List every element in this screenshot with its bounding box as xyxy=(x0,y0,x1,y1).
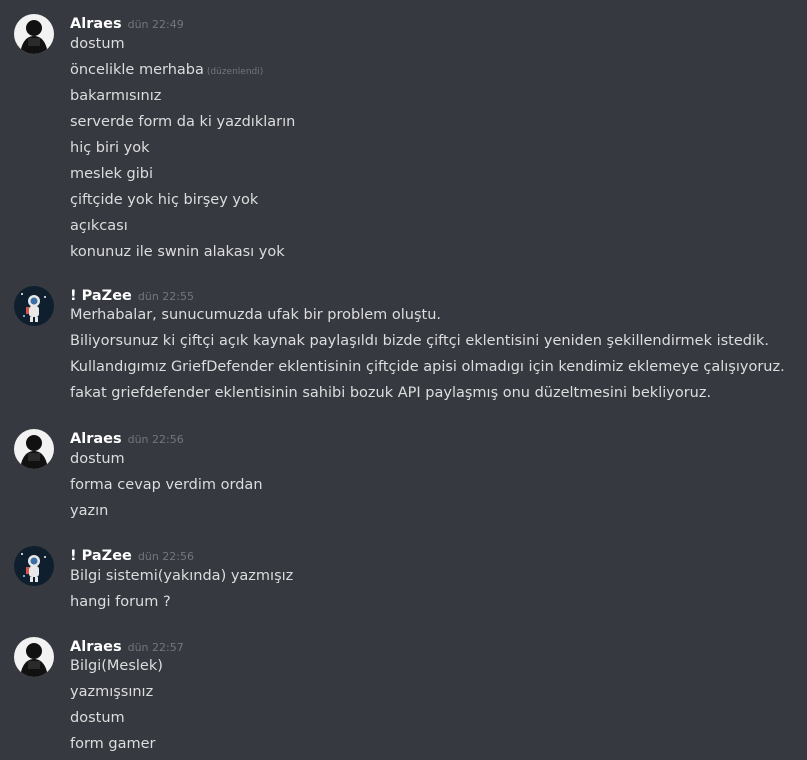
message-line: dostum xyxy=(70,36,125,52)
message-line-edited: öncelikle merhaba (düzenlendi) xyxy=(70,62,263,78)
message-line: serverde form da ki yazdıkların xyxy=(70,114,296,130)
message-line: bakarmısınız xyxy=(70,88,162,104)
message-line: hangi forum ? xyxy=(70,594,171,610)
message-line: meslek gibi xyxy=(70,166,154,182)
message-line: form gamer xyxy=(70,736,156,752)
message-line: Bilgi(Meslek) xyxy=(70,658,163,674)
message-header: Alraes dün 22:57 xyxy=(70,636,184,655)
timestamp: dün 22:56 xyxy=(127,433,184,446)
message-line: Kullandıgımız GriefDefender eklentisinin… xyxy=(70,359,785,375)
astronaut-avatar-icon[interactable] xyxy=(14,546,54,586)
alraes-avatar-icon[interactable] xyxy=(14,14,54,54)
astronaut-avatar-icon[interactable] xyxy=(14,286,54,326)
message-line: Biliyorsunuz ki çiftçi açık kaynak payla… xyxy=(70,333,770,349)
message-line: Bilgi sistemi(yakında) yazmışız xyxy=(70,568,294,584)
alraes-avatar-icon[interactable] xyxy=(14,637,54,677)
message-line: açıkcası xyxy=(70,218,128,234)
timestamp: dün 22:57 xyxy=(127,641,184,654)
message-header: ! PaZee dün 22:55 xyxy=(70,285,194,304)
message-header: ! PaZee dün 22:56 xyxy=(70,545,194,564)
timestamp: dün 22:55 xyxy=(137,290,194,303)
message-header: Alraes dün 22:49 xyxy=(70,13,184,32)
edited-label: (düzenlendi) xyxy=(206,67,264,77)
message-line: dostum xyxy=(70,710,125,726)
message-line: çiftçide yok hiç birşey yok xyxy=(70,192,259,208)
message-line: Merhabalar, sunucumuzda ufak bir problem… xyxy=(70,307,442,323)
message-line: dostum xyxy=(70,451,125,467)
message-line: yazın xyxy=(70,503,109,519)
message-line: hiç biri yok xyxy=(70,140,150,156)
username[interactable]: Alraes xyxy=(70,16,122,32)
message-line: yazmışsınız xyxy=(70,684,154,700)
alraes-avatar-icon[interactable] xyxy=(14,429,54,469)
message-header: Alraes dün 22:56 xyxy=(70,428,184,447)
message-line: fakat griefdefender eklentisinin sahibi … xyxy=(70,385,712,401)
timestamp: dün 22:56 xyxy=(137,550,194,563)
username[interactable]: ! PaZee xyxy=(70,288,132,304)
message-line: konunuz ile swnin alakası yok xyxy=(70,244,285,260)
message-text: öncelikle merhaba xyxy=(70,62,204,78)
username[interactable]: ! PaZee xyxy=(70,548,132,564)
timestamp: dün 22:49 xyxy=(127,18,184,31)
username[interactable]: Alraes xyxy=(70,639,122,655)
message-line: forma cevap verdim ordan xyxy=(70,477,263,493)
username[interactable]: Alraes xyxy=(70,431,122,447)
